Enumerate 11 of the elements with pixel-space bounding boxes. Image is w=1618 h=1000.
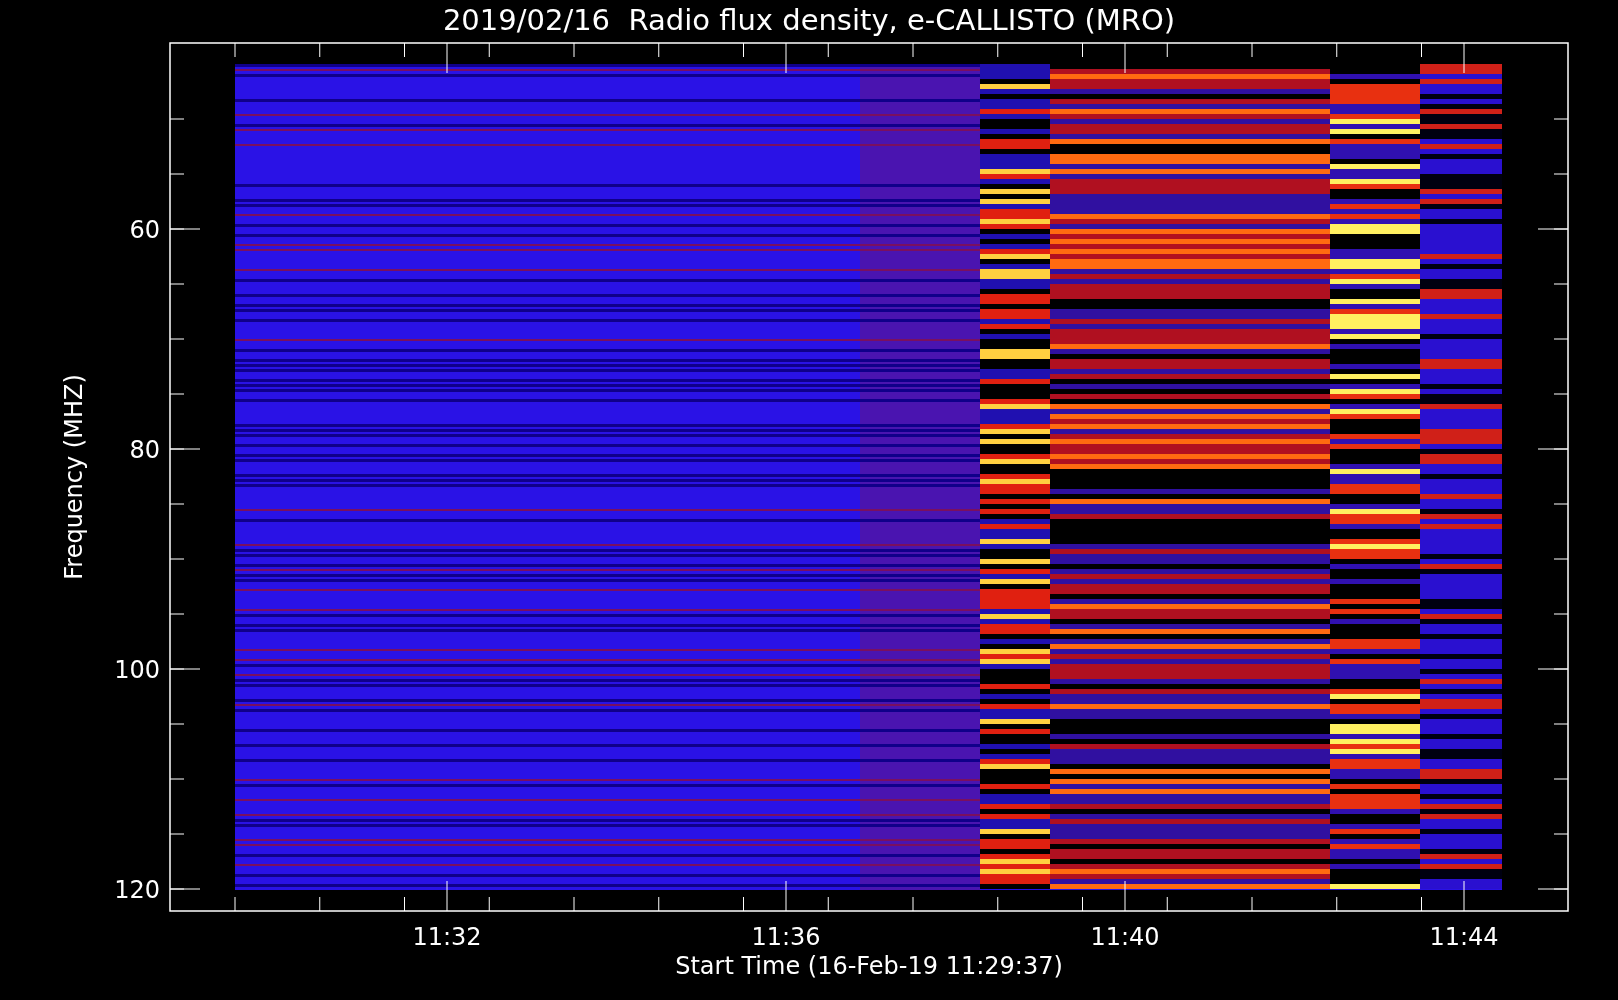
y-tick-label: 60	[129, 216, 160, 244]
y-tick-label: 80	[129, 436, 160, 464]
x-tick-label: 11:44	[1429, 923, 1499, 951]
y-tick-label: 120	[114, 876, 160, 904]
x-tick-label: 11:36	[751, 923, 821, 951]
x-axis-label: Start Time (16-Feb-19 11:29:37)	[675, 952, 1063, 980]
y-tick-label: 100	[114, 656, 160, 684]
x-tick-label: 11:32	[412, 923, 482, 951]
y-axis-label: Frequency (MHZ)	[60, 374, 88, 580]
chart-title: 2019/02/16 Radio flux density, e-CALLISTO (MRO)	[442, 3, 1176, 37]
x-tick-label: 11:40	[1090, 923, 1160, 951]
